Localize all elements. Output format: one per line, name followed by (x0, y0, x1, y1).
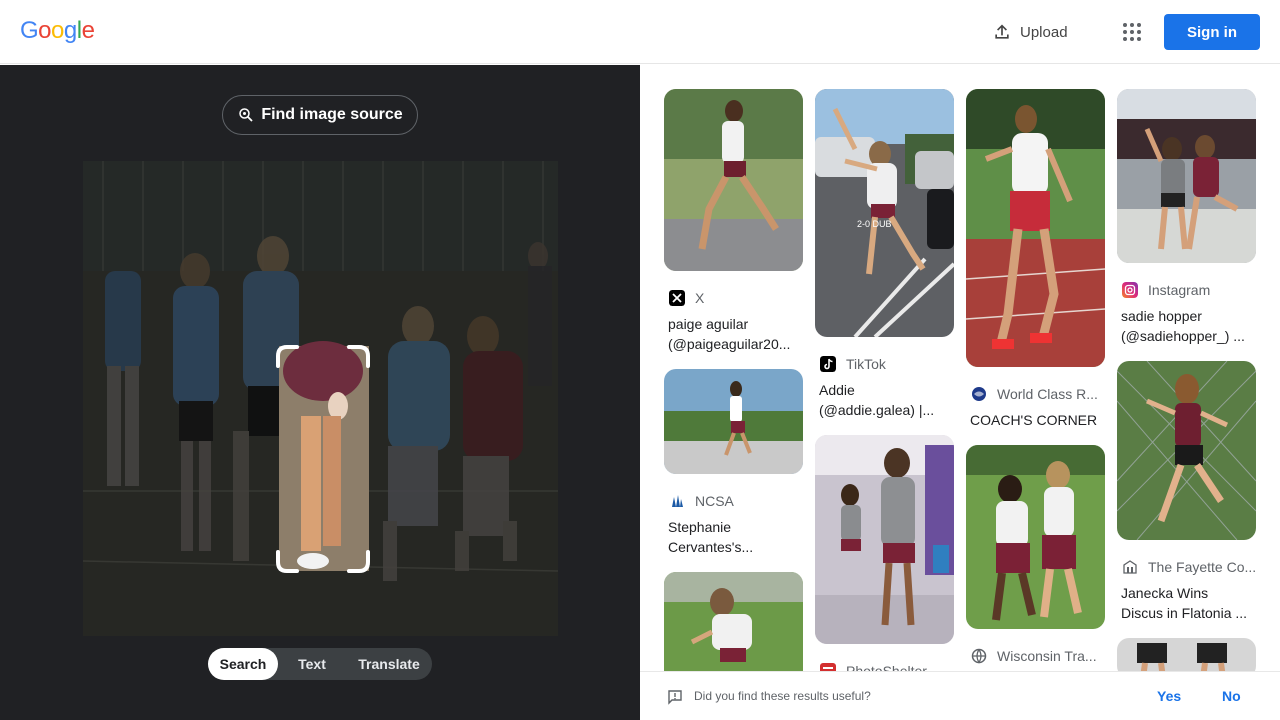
photoshelter-icon (820, 663, 836, 671)
result-card[interactable]: Instagram sadie hopper (@sadiehopper_) .… (1117, 89, 1256, 346)
sign-in-button[interactable]: Sign in (1164, 14, 1260, 50)
feedback-yes-button[interactable]: Yes (1157, 688, 1181, 704)
result-title: Janecka Wins Discus in Flatonia ... (1121, 585, 1248, 621)
query-image-panel: Find image source Search Text Translate (0, 65, 640, 720)
upload-button[interactable]: Upload (992, 20, 1068, 44)
result-thumbnail[interactable] (1117, 89, 1256, 263)
apps-grid-icon[interactable] (1120, 20, 1144, 44)
feedback-icon (668, 690, 682, 705)
result-thumbnail[interactable] (664, 89, 803, 271)
x-logo-icon (669, 290, 685, 306)
feedback-question: Did you find these results useful? (694, 689, 871, 703)
result-card[interactable] (1117, 638, 1256, 671)
result-source: The Fayette Co... (1148, 559, 1256, 575)
logo-letter: e (81, 17, 95, 44)
globe-icon (971, 648, 987, 664)
result-thumbnail[interactable] (815, 435, 954, 644)
visual-matches-panel: X paige aguilar (@paigeaguilar20... NCSA… (640, 65, 1280, 671)
logo-letter: o (38, 17, 52, 44)
tab-search[interactable]: Search (208, 648, 278, 680)
upload-label: Upload (1020, 23, 1068, 41)
result-thumbnail[interactable]: 2-0 DUB (815, 89, 956, 339)
result-card[interactable]: Wisconsin Tra... (966, 445, 1105, 666)
result-source: NCSA (695, 493, 734, 509)
result-card[interactable]: PhotoShelter (815, 435, 954, 671)
tiktok-icon (820, 356, 836, 372)
result-thumbnail[interactable] (965, 89, 1106, 367)
feedback-bar: Did you find these results useful? Yes N… (640, 671, 1280, 720)
result-card[interactable]: X paige aguilar (@paigeaguilar20... (664, 89, 803, 354)
result-source: TikTok (846, 356, 886, 372)
find-image-source-label: Find image source (261, 106, 403, 123)
result-title: COACH'S CORNER (970, 412, 1098, 428)
result-source: X (695, 290, 705, 306)
result-source: Wisconsin Tra... (997, 648, 1097, 664)
result-card[interactable]: NCSA Stephanie Cervantes's... (664, 369, 803, 557)
result-thumbnail[interactable] (966, 445, 1105, 629)
logo-letter: g (63, 17, 77, 44)
logo-letter: o (51, 17, 64, 44)
globe-icon (972, 387, 986, 401)
result-source: World Class R... (997, 386, 1098, 402)
mode-tabs: Search Text Translate (208, 648, 432, 680)
result-source: PhotoShelter (846, 663, 927, 671)
result-card[interactable]: World Class R... COACH'S CORNER (965, 89, 1106, 430)
result-thumbnail[interactable] (1116, 360, 1257, 541)
result-title: paige aguilar (@paigeaguilar20... (668, 316, 791, 352)
crop-selection-handles[interactable] (275, 344, 371, 574)
result-thumbnail[interactable] (664, 572, 803, 671)
svg-text:2-0 DUB: 2-0 DUB (857, 219, 892, 229)
upload-icon (995, 24, 1009, 39)
result-title: Stephanie Cervantes's... (668, 519, 754, 555)
result-thumbnail[interactable] (1117, 638, 1256, 671)
result-title: sadie hopper (@sadiehopper_) ... (1121, 308, 1245, 344)
feedback-no-button[interactable]: No (1222, 688, 1241, 704)
instagram-icon (1122, 282, 1138, 298)
result-card[interactable] (664, 572, 803, 671)
google-logo[interactable]: Google (20, 17, 95, 45)
logo-letter: G (20, 17, 39, 44)
result-card[interactable]: The Fayette Co... Janecka Wins Discus in… (1116, 360, 1257, 623)
result-source: Instagram (1148, 282, 1211, 298)
lens-search-icon (239, 108, 253, 122)
result-card[interactable]: 2-0 DUB TikTok Addie (@addie.galea) |... (815, 89, 956, 420)
result-thumbnail[interactable] (664, 369, 803, 474)
ncsa-icon (672, 495, 683, 507)
tab-text[interactable]: Text (278, 648, 346, 680)
tab-translate[interactable]: Translate (346, 648, 432, 680)
building-icon (1123, 560, 1137, 574)
top-bar: Google Upload Sign in (0, 0, 1280, 64)
result-title: Addie (@addie.galea) |... (819, 382, 935, 418)
find-image-source-button[interactable]: Find image source (222, 95, 418, 135)
